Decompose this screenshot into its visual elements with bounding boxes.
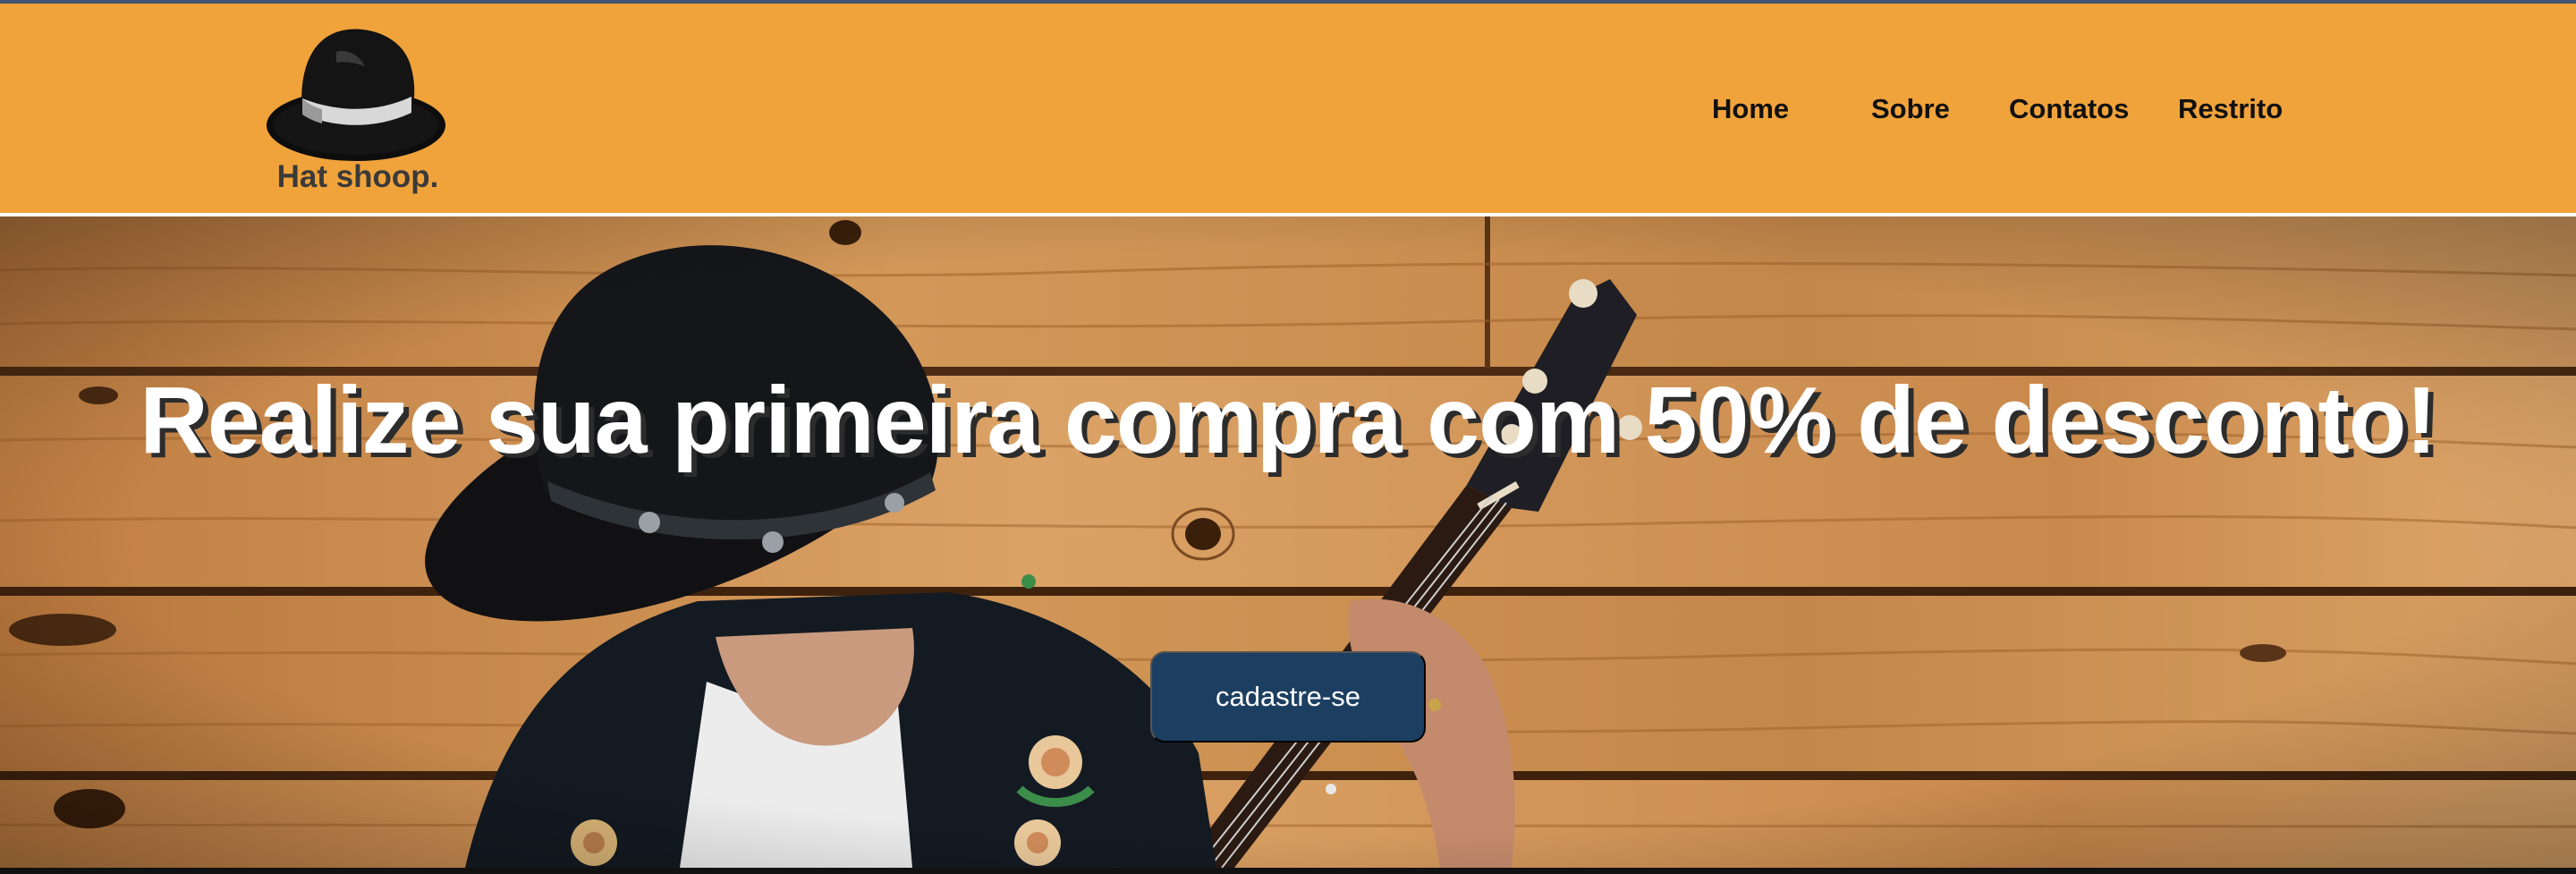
main-nav: Home Sobre Contatos Restrito bbox=[1682, 93, 2308, 132]
hero-banner: Realize sua primeira compra com 50% de d… bbox=[0, 216, 2576, 868]
hat-icon bbox=[267, 29, 445, 161]
nav-item-contatos[interactable]: Contatos bbox=[2009, 93, 2129, 125]
nav-item-restrito[interactable]: Restrito bbox=[2178, 93, 2283, 125]
nav-item-home[interactable]: Home bbox=[1712, 93, 1789, 125]
brand-name: Hat shoop. bbox=[276, 159, 439, 194]
hero-background-image bbox=[0, 216, 2576, 868]
nav-item-sobre[interactable]: Sobre bbox=[1871, 93, 1950, 125]
hero-headline: Realize sua primeira compra com 50% de d… bbox=[140, 368, 2437, 473]
signup-button[interactable]: cadastre-se bbox=[1150, 651, 1426, 742]
page-bottom-edge bbox=[0, 868, 2576, 874]
brand-logo[interactable]: Hat shoop. bbox=[259, 20, 456, 199]
site-header: Hat shoop. Home Sobre Contatos Restrito bbox=[0, 4, 2576, 213]
